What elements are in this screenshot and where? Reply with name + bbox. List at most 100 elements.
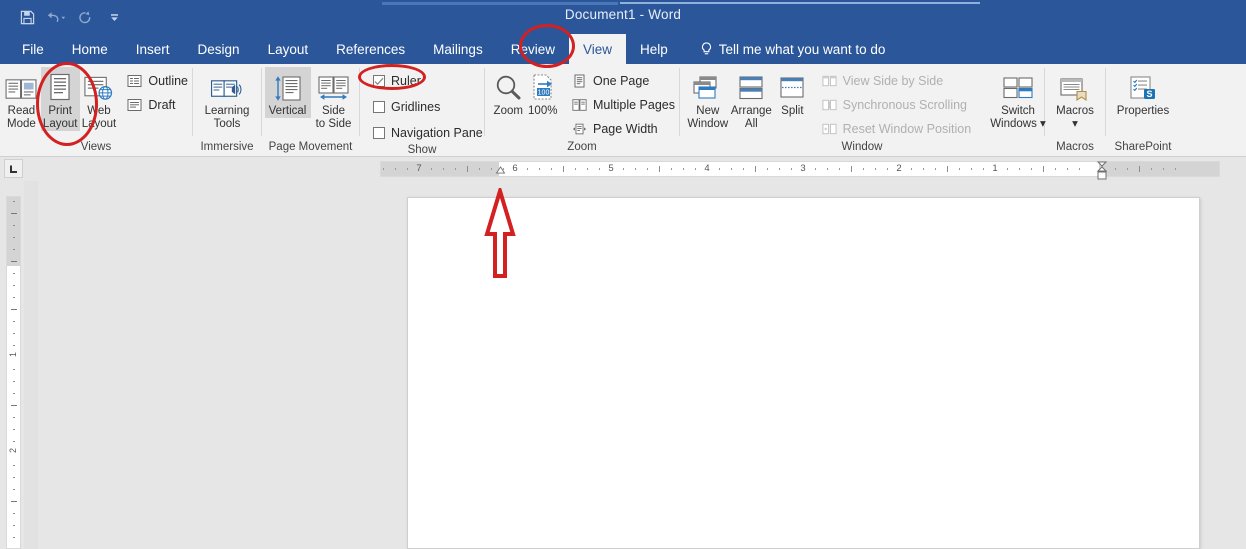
document-title: Document1 - Word: [0, 7, 1246, 22]
navigation-pane-label: Navigation Pane: [391, 126, 483, 140]
vruler-tick: [13, 201, 15, 202]
switch-windows-label-1: Switch: [1001, 105, 1035, 118]
draft-icon: [127, 98, 142, 112]
side-to-side-button[interactable]: Side to Side: [311, 67, 357, 131]
ruler-tick: [467, 166, 468, 172]
right-indent-marker[interactable]: [1095, 160, 1109, 182]
navigation-pane-checkbox[interactable]: [373, 127, 385, 139]
tab-insert[interactable]: Insert: [122, 34, 184, 64]
side-to-side-label-2: to Side: [316, 118, 352, 131]
tab-mailings[interactable]: Mailings: [419, 34, 497, 64]
ruler-tick: [887, 168, 888, 170]
views-small-commands: Outline Draft: [123, 67, 192, 115]
macros-button[interactable]: Macros ▾: [1049, 67, 1101, 131]
outline-icon: [127, 74, 142, 88]
vruler-tick: [13, 489, 15, 490]
tab-help[interactable]: Help: [626, 34, 682, 64]
reset-window-position-label: Reset Window Position: [843, 122, 972, 136]
ruler-tick: [527, 168, 528, 170]
ruler-right-margin: [1099, 162, 1219, 176]
synchronous-scrolling-label: Synchronous Scrolling: [843, 98, 967, 112]
ruler-number: 4: [704, 163, 709, 175]
ruler-tick: [1019, 168, 1020, 170]
ruler-tick: [851, 166, 852, 172]
vruler-tick: [13, 237, 15, 238]
switch-windows-button[interactable]: Switch Windows ▾: [992, 67, 1044, 131]
tell-me-label: Tell me what you want to do: [719, 42, 886, 57]
tell-me-box[interactable]: Tell me what you want to do: [690, 34, 896, 64]
ruler-tick: [1079, 168, 1080, 170]
outline-label: Outline: [148, 74, 188, 88]
properties-button[interactable]: S Properties: [1110, 67, 1176, 118]
print-layout-circle-annotation: [36, 62, 98, 146]
ruler-tick: [683, 168, 684, 170]
ruler-tick: [1127, 168, 1128, 170]
macros-icon: [1059, 69, 1091, 103]
ruler-tick: [731, 168, 732, 170]
read-mode-label-1: Read: [8, 105, 36, 118]
ruler-tick: [971, 168, 972, 170]
tab-file[interactable]: File: [8, 34, 58, 64]
vruler-tick: [13, 465, 15, 466]
ruler-tick: [647, 168, 648, 170]
ruler-tick: [923, 168, 924, 170]
view-side-by-side-button: View Side by Side: [818, 71, 976, 91]
split-button[interactable]: Split: [773, 67, 812, 118]
vertical-label: Vertical: [269, 105, 307, 118]
learning-tools-label-1: Learning: [205, 105, 250, 118]
one-page-button[interactable]: One Page: [568, 71, 679, 91]
window-group-label: Window: [680, 140, 1044, 157]
new-window-button[interactable]: New Window: [686, 67, 730, 131]
ruler-number: 3: [800, 163, 805, 175]
read-mode-button[interactable]: Read Mode: [2, 67, 41, 131]
arrange-all-button[interactable]: Arrange All: [730, 67, 774, 131]
macros-dropdown-arrow[interactable]: ▾: [1072, 118, 1078, 131]
tab-home[interactable]: Home: [58, 34, 122, 64]
vertical-ruler[interactable]: 12: [6, 196, 21, 549]
horizontal-ruler[interactable]: 7654321: [380, 161, 1220, 177]
zoom-group-label: Zoom: [485, 140, 679, 157]
multiple-pages-button[interactable]: Multiple Pages: [568, 95, 679, 115]
outline-button[interactable]: Outline: [123, 71, 192, 91]
vruler-tick: [13, 417, 15, 418]
ruler-tick: [947, 166, 948, 172]
ruler-tick: [827, 168, 828, 170]
page-width-button[interactable]: Page Width: [568, 119, 679, 139]
ribbon: Read Mode Print Layout Web Layout: [0, 64, 1246, 157]
gridlines-checkbox-item[interactable]: Gridlines: [369, 97, 487, 117]
vruler-number: 2: [8, 448, 19, 453]
immersive-group-label: Immersive: [193, 140, 261, 157]
first-line-indent-marker[interactable]: [495, 166, 506, 174]
vruler-tick: [13, 441, 15, 442]
ruler-tick: [623, 168, 624, 170]
learning-tools-button[interactable]: Learning Tools: [201, 67, 253, 131]
svg-text:100: 100: [537, 90, 549, 97]
ruler-tick: [1151, 168, 1152, 170]
vruler-tick: [13, 273, 15, 274]
vertical-button[interactable]: Vertical: [265, 67, 311, 118]
ruler-tick: [959, 168, 960, 170]
ruler-tick: [491, 168, 492, 170]
ruler-tick: [1139, 166, 1140, 172]
ruler-tick: [575, 168, 576, 170]
tab-view[interactable]: View: [569, 34, 626, 64]
draft-button[interactable]: Draft: [123, 95, 192, 115]
show-group-label: Show: [360, 143, 484, 158]
magnifier-icon: [493, 69, 523, 103]
zoom-button[interactable]: Zoom: [491, 67, 526, 118]
gridlines-checkbox[interactable]: [373, 101, 385, 113]
ruler-tick: [1031, 168, 1032, 170]
tab-stop-selector[interactable]: [4, 159, 23, 178]
window-edge-accent: [382, 2, 618, 5]
ruler-tick: [791, 168, 792, 170]
document-page[interactable]: [407, 197, 1200, 549]
learning-tools-icon: [210, 69, 244, 103]
navigation-pane-checkbox-item[interactable]: Navigation Pane: [369, 123, 487, 143]
tab-references[interactable]: References: [322, 34, 419, 64]
ruler-tick: [875, 168, 876, 170]
vruler-tick: [11, 405, 17, 406]
title-bar: Document1 - Word: [0, 0, 1246, 34]
zoom-100-button[interactable]: 100 100%: [526, 67, 561, 118]
tab-design[interactable]: Design: [184, 34, 254, 64]
tab-layout[interactable]: Layout: [254, 34, 323, 64]
